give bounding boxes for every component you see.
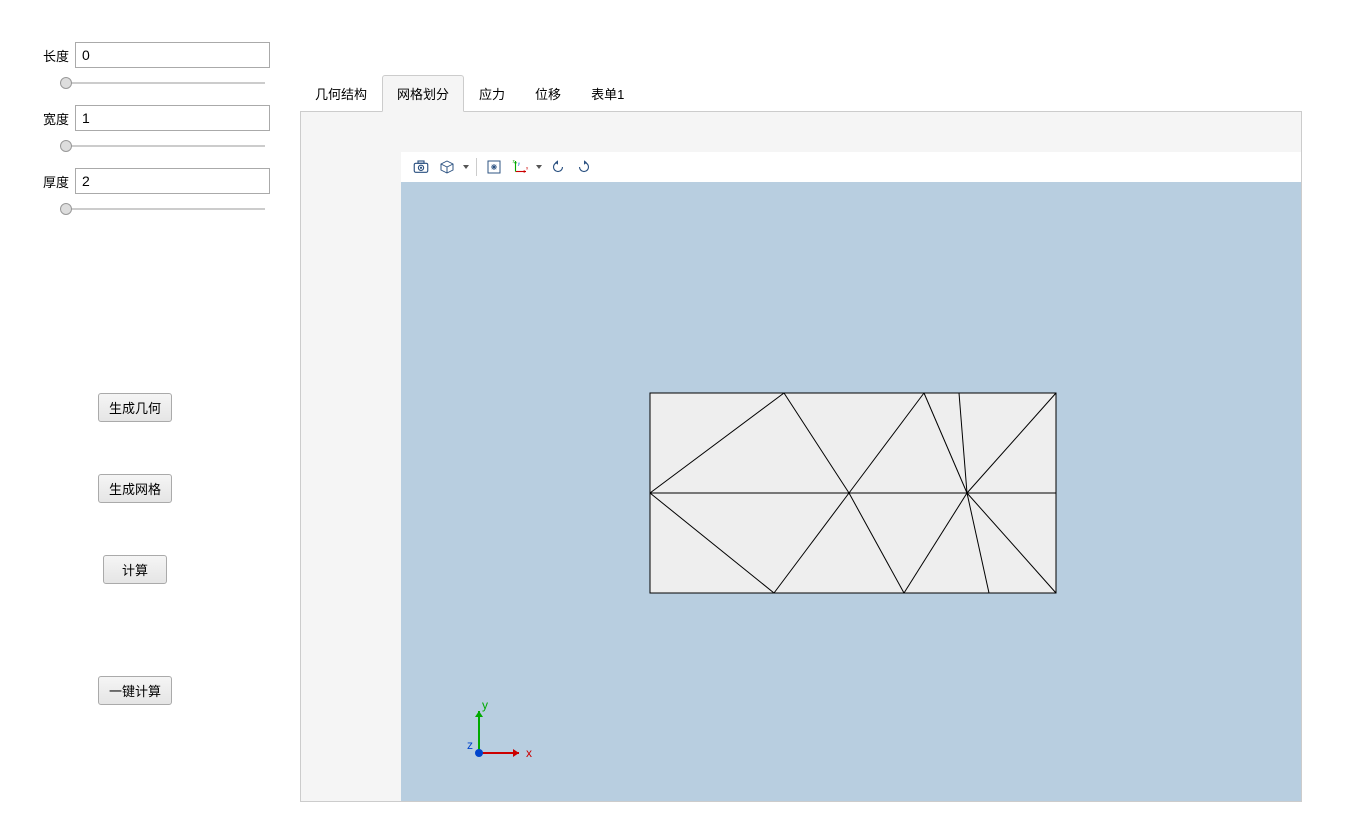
width-slider[interactable] [60, 145, 265, 147]
svg-text:x: x [526, 165, 529, 170]
one-click-calculate-button[interactable]: 一键计算 [98, 676, 172, 705]
camera-icon[interactable] [409, 155, 433, 179]
mesh-visualization [649, 392, 1057, 594]
tab-mesh[interactable]: 网格划分 [382, 75, 464, 112]
length-slider[interactable] [60, 82, 265, 84]
length-slider-row [60, 72, 270, 87]
tab-geometry[interactable]: 几何结构 [300, 75, 382, 112]
width-input[interactable] [75, 105, 270, 131]
tab-bar: 几何结构 网格划分 应力 位移 表单1 [300, 75, 1302, 112]
width-label: 宽度 [0, 109, 75, 128]
param-row-length: 长度 [0, 42, 270, 68]
fit-icon[interactable] [482, 155, 506, 179]
rotate-cw-icon[interactable] [572, 155, 596, 179]
tab-content: x z y [300, 112, 1302, 802]
width-slider-row [60, 135, 270, 150]
tab-form1[interactable]: 表单1 [576, 75, 639, 112]
button-group: 生成几何 生成网格 计算 一键计算 [0, 393, 270, 757]
sidebar: 长度 宽度 厚度 生成几何 生成网格 计算 一键计算 [0, 0, 300, 839]
cube-dropdown-icon[interactable] [461, 163, 471, 171]
thickness-label: 厚度 [0, 172, 75, 191]
length-input[interactable] [75, 42, 270, 68]
axes-icon[interactable]: x z y [508, 155, 532, 179]
thickness-slider[interactable] [60, 208, 265, 210]
generate-mesh-button[interactable]: 生成网格 [98, 474, 172, 503]
axes-dropdown-icon[interactable] [534, 163, 544, 171]
calculate-button[interactable]: 计算 [103, 555, 167, 584]
viewport-3d[interactable]: x y z [401, 182, 1301, 801]
tab-displacement[interactable]: 位移 [520, 75, 576, 112]
viewport-toolbar: x z y [401, 152, 1301, 182]
rotate-ccw-icon[interactable] [546, 155, 570, 179]
toolbar-separator [476, 158, 477, 176]
axis-y-label: y [482, 701, 488, 712]
main-area: 几何结构 网格划分 应力 位移 表单1 x [300, 0, 1356, 839]
thickness-slider-row [60, 198, 270, 213]
length-label: 长度 [0, 46, 75, 65]
svg-text:y: y [518, 161, 521, 166]
param-row-width: 宽度 [0, 105, 270, 131]
thickness-input[interactable] [75, 168, 270, 194]
cube-icon[interactable] [435, 155, 459, 179]
axis-gizmo: x y z [461, 701, 541, 771]
param-row-thickness: 厚度 [0, 168, 270, 194]
generate-geometry-button[interactable]: 生成几何 [98, 393, 172, 422]
tab-stress[interactable]: 应力 [464, 75, 520, 112]
axis-z-label: z [467, 738, 473, 752]
axis-x-label: x [526, 746, 532, 760]
